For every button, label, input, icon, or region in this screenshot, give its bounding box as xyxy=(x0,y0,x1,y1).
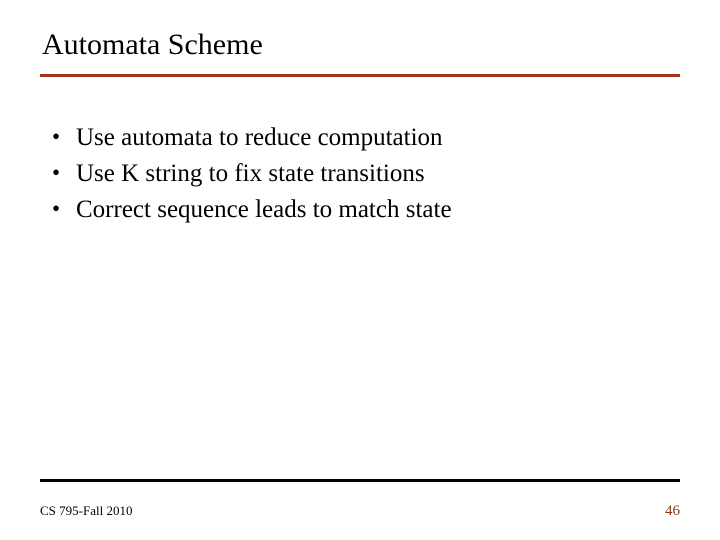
list-item: Use automata to reduce computation xyxy=(46,121,680,155)
list-item: Correct sequence leads to match state xyxy=(46,193,680,227)
footer-left: CS 795-Fall 2010 xyxy=(40,503,132,519)
footer-rule xyxy=(40,479,680,482)
bullet-list: Use automata to reduce computation Use K… xyxy=(40,121,680,226)
title-underline xyxy=(40,74,680,77)
slide-title: Automata Scheme xyxy=(40,28,680,62)
page-number: 46 xyxy=(665,503,680,520)
list-item: Use K string to fix state transitions xyxy=(46,157,680,191)
slide: Automata Scheme Use automata to reduce c… xyxy=(0,0,720,540)
footer: CS 795-Fall 2010 46 xyxy=(40,503,680,520)
